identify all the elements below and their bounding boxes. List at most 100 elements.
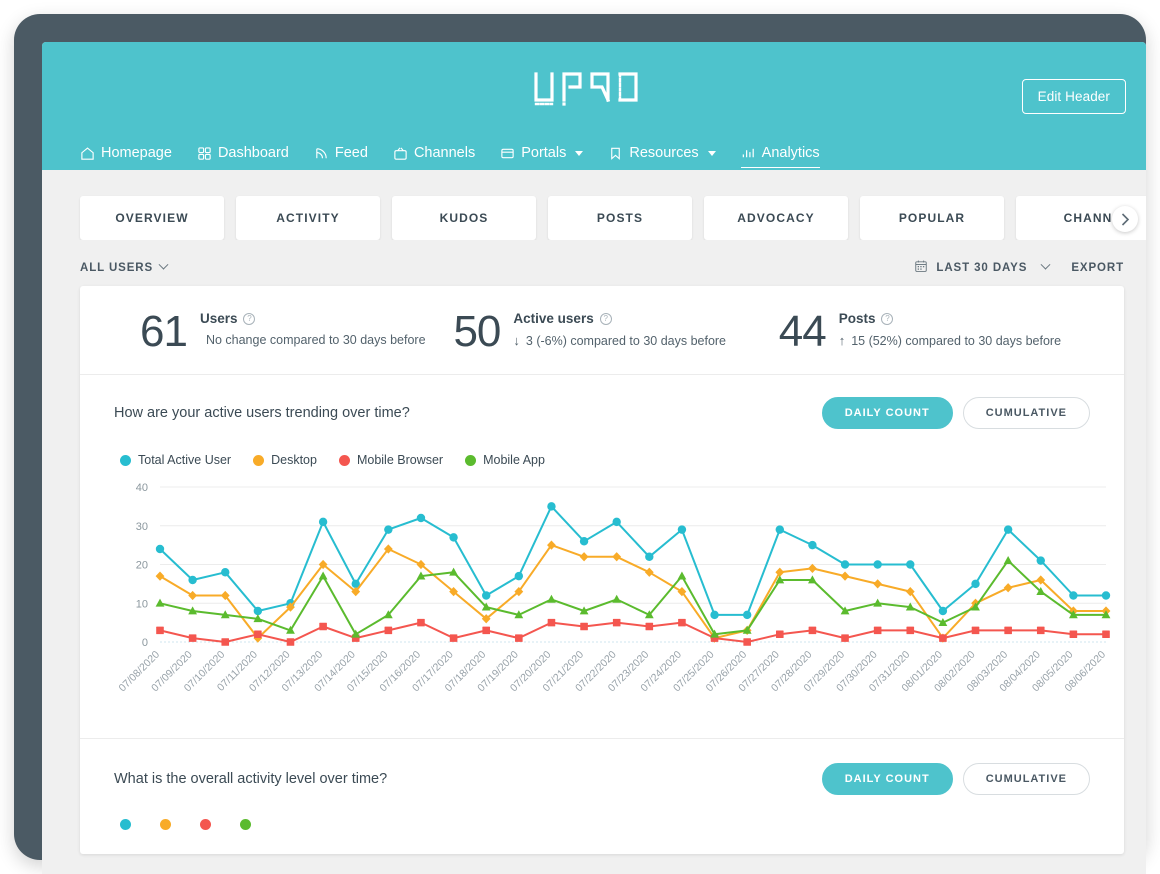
data-point[interactable] [873, 560, 882, 569]
data-point[interactable] [645, 622, 654, 631]
data-point[interactable] [775, 630, 784, 639]
data-point[interactable] [515, 634, 523, 642]
nav-item-feed[interactable]: Feed [314, 145, 368, 170]
data-point[interactable] [514, 571, 524, 581]
nav-item-channels[interactable]: Channels [393, 145, 475, 170]
data-point[interactable] [318, 517, 328, 527]
data-point[interactable] [612, 517, 621, 527]
data-point[interactable] [579, 537, 589, 546]
data-point[interactable] [254, 630, 262, 639]
data-point[interactable] [580, 622, 588, 631]
data-point[interactable] [579, 552, 589, 562]
data-point[interactable] [1102, 630, 1110, 639]
data-point[interactable] [318, 571, 328, 580]
data-point[interactable] [417, 618, 425, 627]
data-point[interactable] [547, 502, 556, 511]
data-point[interactable] [644, 567, 654, 577]
data-point[interactable] [743, 638, 751, 646]
daily-count-toggle[interactable]: DAILY COUNT [821, 763, 953, 795]
date-range-selector[interactable]: LAST 30 DAYS [914, 259, 1051, 276]
data-point[interactable] [742, 610, 752, 620]
data-point[interactable] [906, 626, 915, 635]
data-point[interactable] [1069, 630, 1078, 639]
data-point[interactable] [482, 591, 491, 600]
data-point[interactable] [841, 634, 849, 642]
data-point[interactable] [612, 552, 622, 562]
data-point[interactable] [775, 525, 784, 534]
tab-posts[interactable]: POSTS [548, 196, 692, 240]
data-point[interactable] [873, 626, 882, 635]
data-point[interactable] [155, 544, 165, 554]
data-point[interactable] [840, 560, 850, 569]
data-point[interactable] [971, 579, 980, 589]
data-point[interactable] [808, 563, 817, 573]
legend-item[interactable] [240, 819, 258, 830]
legend-item[interactable] [200, 819, 218, 830]
info-icon[interactable]: ? [599, 312, 612, 325]
export-button[interactable]: EXPORT [1071, 262, 1124, 274]
data-point[interactable] [188, 575, 197, 585]
cumulative-toggle[interactable]: CUMULATIVE [962, 397, 1090, 429]
data-point[interactable] [612, 594, 622, 603]
data-point[interactable] [449, 533, 458, 542]
data-point[interactable] [449, 634, 458, 642]
legend-item[interactable] [160, 819, 178, 830]
nav-item-homepage[interactable]: Homepage [80, 145, 172, 170]
data-point[interactable] [319, 622, 327, 631]
data-point[interactable] [449, 567, 458, 576]
data-point[interactable] [155, 571, 165, 581]
data-point[interactable] [677, 525, 687, 534]
legend-item[interactable]: Total Active User [120, 453, 231, 467]
cumulative-toggle[interactable]: CUMULATIVE [962, 763, 1090, 795]
data-point[interactable] [188, 590, 198, 601]
data-point[interactable] [1003, 525, 1013, 534]
tab-advocacy[interactable]: ADVOCACY [704, 196, 848, 240]
data-point[interactable] [710, 610, 719, 620]
data-point[interactable] [840, 571, 850, 581]
data-point[interactable] [939, 634, 947, 642]
data-point[interactable] [1036, 556, 1045, 565]
data-point[interactable] [547, 594, 556, 603]
tabs-next-button[interactable] [1112, 206, 1138, 232]
data-point[interactable] [612, 618, 621, 627]
data-point[interactable] [253, 606, 263, 616]
nav-item-resources[interactable]: Resources [608, 145, 716, 170]
nav-item-dashboard[interactable]: Dashboard [197, 145, 289, 170]
data-point[interactable] [221, 568, 230, 577]
data-point[interactable] [1003, 556, 1013, 565]
tab-overview[interactable]: OVERVIEW [80, 196, 224, 240]
data-point[interactable] [384, 525, 393, 534]
nav-item-analytics[interactable]: Analytics [740, 145, 820, 170]
info-icon[interactable]: ? [243, 312, 256, 325]
data-point[interactable] [221, 638, 230, 646]
data-point[interactable] [808, 626, 817, 635]
data-point[interactable] [547, 618, 556, 627]
data-point[interactable] [677, 571, 687, 580]
data-point[interactable] [906, 560, 915, 569]
data-point[interactable] [678, 618, 686, 627]
tab-activity[interactable]: ACTIVITY [236, 196, 380, 240]
data-point[interactable] [971, 626, 980, 635]
data-point[interactable] [645, 552, 654, 561]
legend-item[interactable]: Mobile Browser [338, 453, 443, 467]
edit-header-button[interactable]: Edit Header [1021, 79, 1126, 114]
tab-popular[interactable]: POPULAR [860, 196, 1004, 240]
data-point[interactable] [188, 634, 197, 642]
data-point[interactable] [384, 626, 393, 635]
legend-item[interactable]: Desktop [253, 453, 317, 467]
data-point[interactable] [873, 579, 883, 589]
data-point[interactable] [938, 606, 948, 616]
info-icon[interactable]: ? [881, 312, 894, 325]
brand-logo[interactable] [42, 70, 1146, 112]
data-point[interactable] [156, 626, 164, 635]
data-point[interactable] [1004, 626, 1012, 635]
legend-item[interactable] [120, 819, 138, 830]
nav-item-portals[interactable]: Portals [500, 145, 584, 170]
daily-count-toggle[interactable]: DAILY COUNT [821, 397, 953, 429]
data-point[interactable] [155, 598, 165, 607]
data-point[interactable] [482, 626, 491, 635]
data-point[interactable] [1101, 591, 1111, 600]
data-point[interactable] [808, 540, 817, 550]
data-point[interactable] [1036, 626, 1045, 635]
data-point[interactable] [1003, 583, 1013, 593]
